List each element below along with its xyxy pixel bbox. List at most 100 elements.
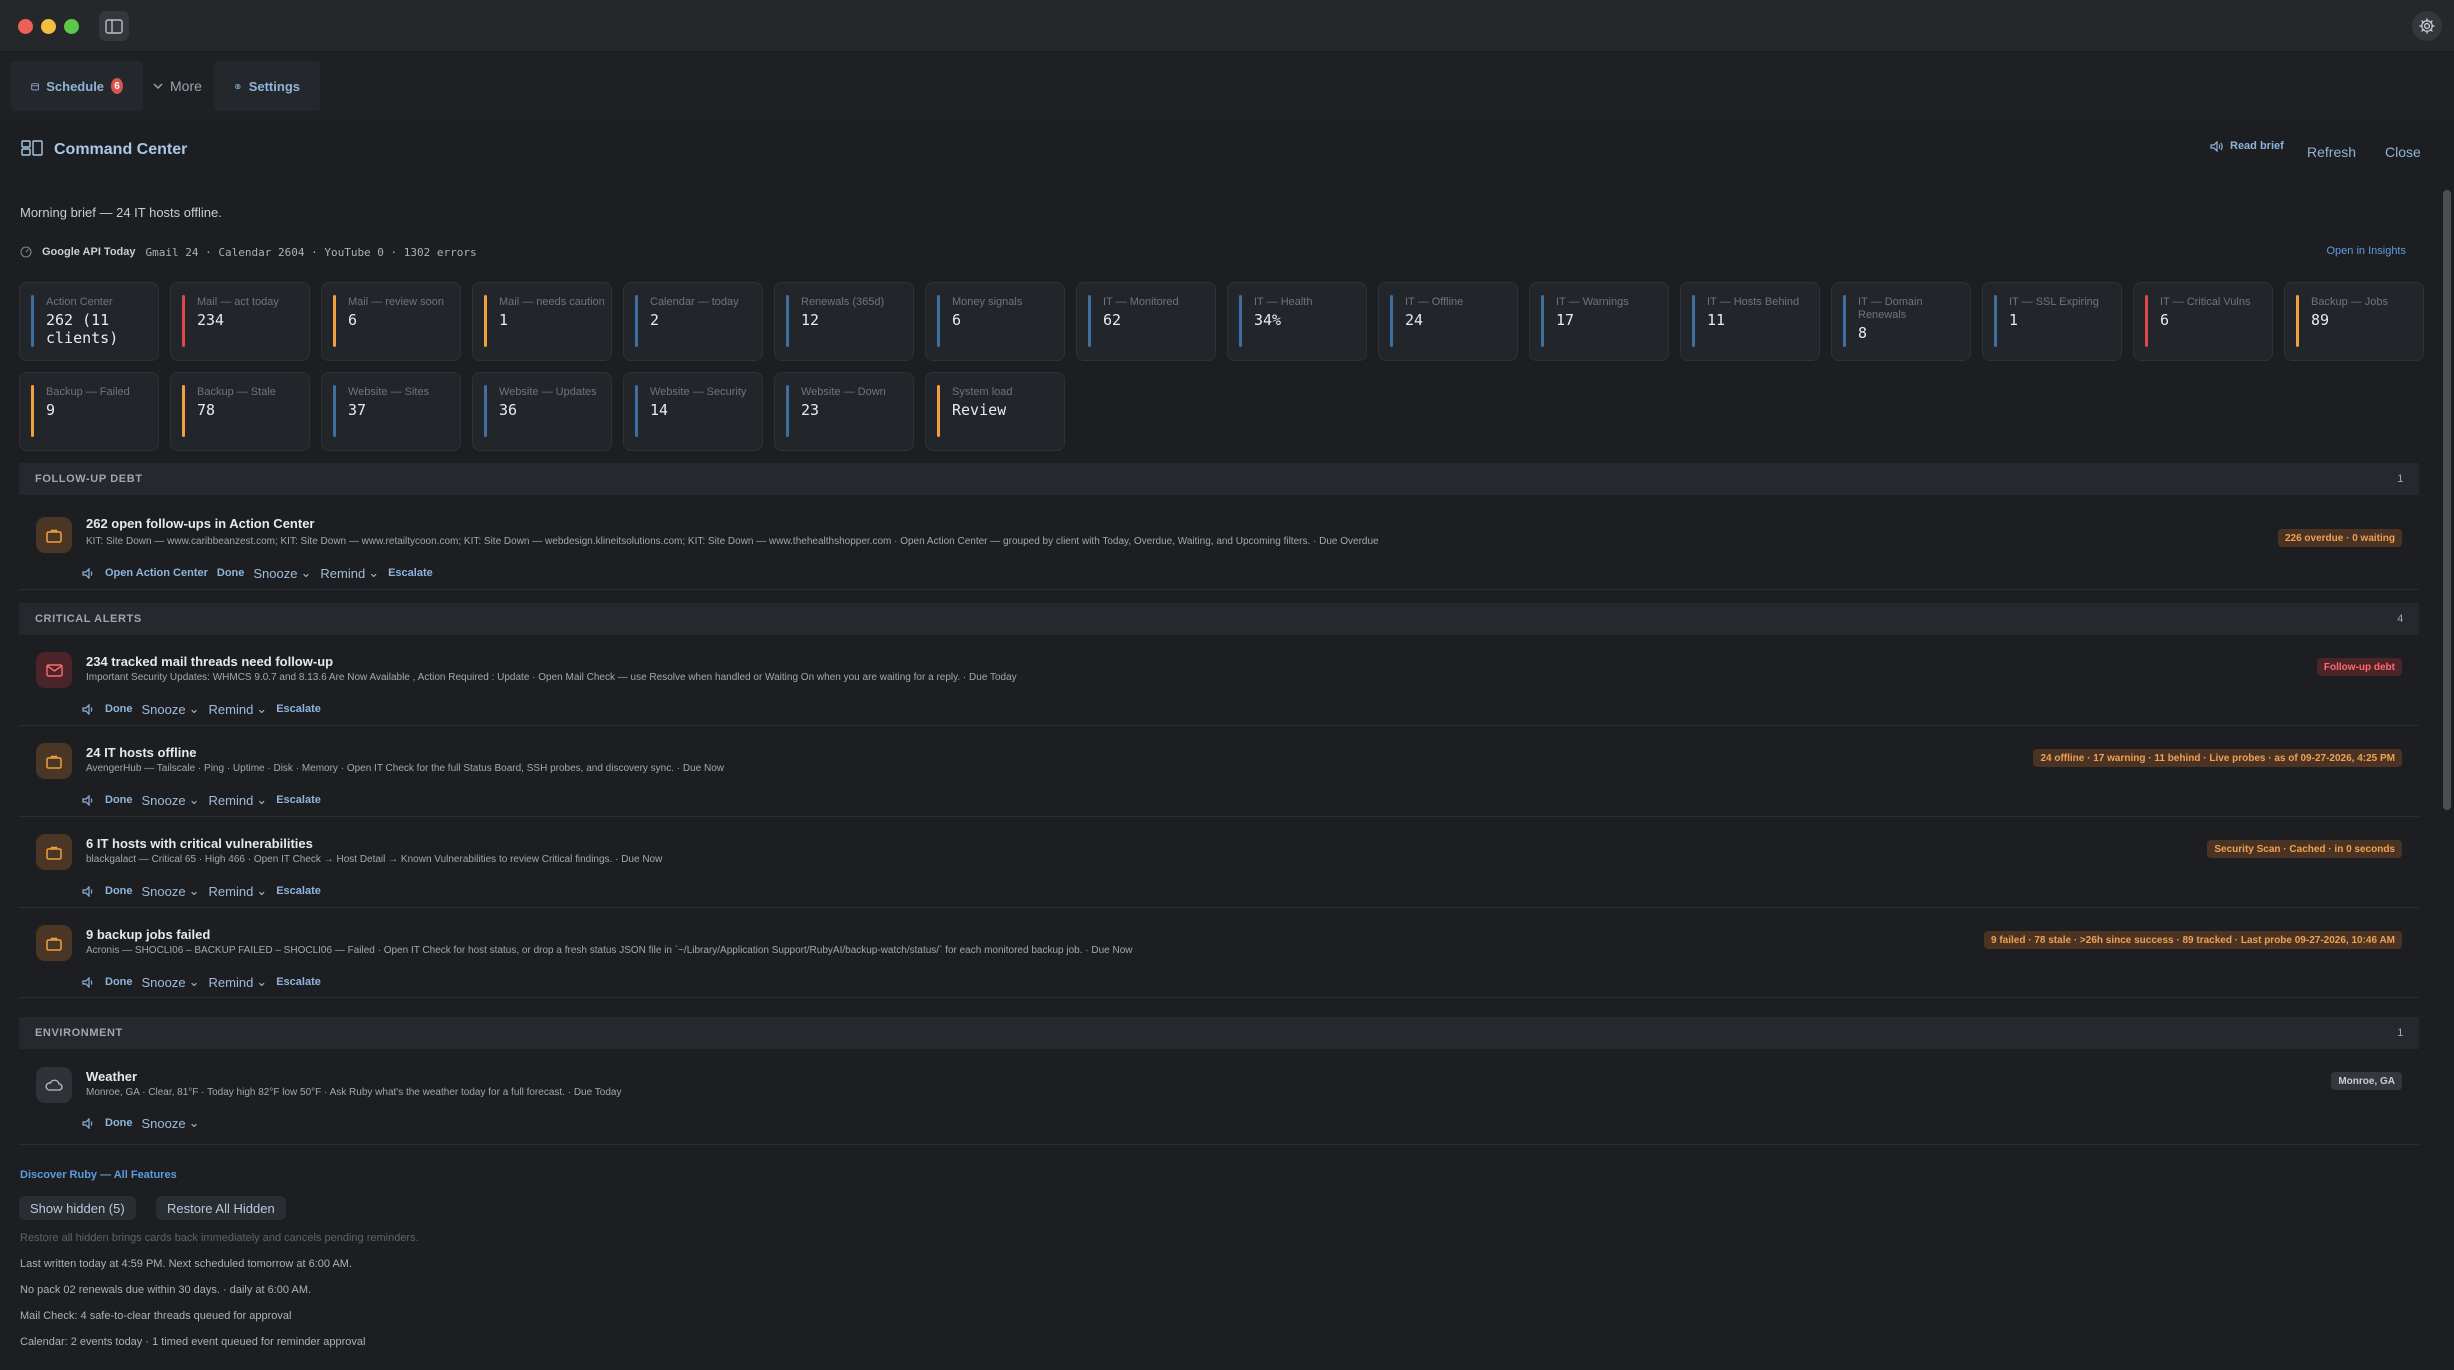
speaker-icon[interactable] [82, 566, 96, 580]
speaker-icon[interactable] [82, 793, 96, 807]
escalate-button[interactable]: Escalate [276, 976, 321, 988]
zoom-window-button[interactable] [64, 19, 79, 34]
remind-label: Remind [320, 565, 366, 581]
metric-tile[interactable]: Action Center 262 (11 clients) [19, 282, 159, 361]
speaker-icon[interactable] [82, 702, 96, 716]
metric-tile[interactable]: Website — Security 14 [623, 372, 763, 451]
tile-value: 24 [1405, 311, 1424, 329]
metric-tile[interactable]: Mail — review soon 6 [321, 282, 461, 361]
mail-check-note: Mail Check: 4 safe-to-clear threads queu… [20, 1310, 292, 1322]
tile-value: 234 [197, 311, 225, 329]
tab-schedule[interactable]: Schedule 6 [11, 61, 143, 111]
restore-note: Restore all hidden brings cards back imm… [20, 1232, 419, 1244]
escalate-button[interactable]: Escalate [276, 703, 321, 715]
metric-tile[interactable]: IT — SSL Expiring 1 [1982, 282, 2122, 361]
done-button[interactable]: Done [105, 703, 133, 715]
refresh-button[interactable]: Refresh [2307, 144, 2356, 160]
tile-accent-bar [1541, 295, 1544, 347]
chevron-down-icon: ⌄ [188, 701, 200, 716]
tile-value: 1 [499, 311, 509, 329]
remind-menu[interactable]: Remind ⌄ [209, 701, 268, 717]
done-button[interactable]: Done [105, 1117, 133, 1129]
section-header: CRITICAL ALERTS 4 [19, 603, 2419, 635]
list-item[interactable]: 24 IT hosts offline AvengerHub — Tailsca… [19, 726, 2419, 817]
restore-all-hidden-button[interactable]: Restore All Hidden [156, 1196, 286, 1220]
read-brief-button[interactable]: Read brief [2210, 140, 2284, 152]
done-button[interactable]: Done [105, 885, 133, 897]
scrollbar[interactable] [2443, 190, 2451, 810]
metric-tile[interactable]: Backup — Failed 9 [19, 372, 159, 451]
snooze-label: Snooze [253, 565, 298, 581]
metric-tile[interactable]: IT — Domain Renewals 8 [1831, 282, 1971, 361]
chevron-down-icon: ⌄ [300, 565, 312, 580]
escalate-button[interactable]: Escalate [276, 794, 321, 806]
metric-tile[interactable]: Mail — needs caution 1 [472, 282, 612, 361]
close-window-button[interactable] [18, 19, 33, 34]
tile-accent-bar [635, 385, 638, 437]
list-item[interactable]: 6 IT hosts with critical vulnerabilities… [19, 817, 2419, 908]
open-action-center-button[interactable]: Open Action Center [105, 567, 208, 579]
tab-settings[interactable]: Settings [214, 61, 320, 111]
metric-tile[interactable]: Calendar — today 2 [623, 282, 763, 361]
discover-features-link[interactable]: Discover Ruby — All Features [20, 1169, 177, 1181]
escalate-button[interactable]: Escalate [276, 885, 321, 897]
metric-tile[interactable]: IT — Offline 24 [1378, 282, 1518, 361]
done-button[interactable]: Done [217, 567, 245, 579]
snooze-menu[interactable]: Snooze ⌄ [142, 701, 200, 717]
metric-tile[interactable]: Website — Updates 36 [472, 372, 612, 451]
escalate-button[interactable]: Escalate [388, 567, 433, 579]
open-in-insights-link[interactable]: Open in Insights [2327, 245, 2407, 257]
metric-tile[interactable]: Backup — Jobs 89 [2284, 282, 2424, 361]
window-titlebar [0, 0, 2454, 52]
item-description: Monroe, GA · Clear, 81°F · Today high 82… [86, 1087, 622, 1098]
close-button[interactable]: Close [2385, 144, 2421, 160]
metric-tile[interactable]: IT — Hosts Behind 11 [1680, 282, 1820, 361]
list-item[interactable]: 9 backup jobs failed Acronis — SHOCLI06 … [19, 908, 2419, 998]
speaker-icon[interactable] [82, 884, 96, 898]
tile-value: 37 [348, 401, 367, 419]
metric-tile[interactable]: IT — Health 34% [1227, 282, 1367, 361]
snooze-menu[interactable]: Snooze ⌄ [142, 883, 200, 899]
metric-tile[interactable]: Renewals (365d) 12 [774, 282, 914, 361]
metric-tile[interactable]: IT — Monitored 62 [1076, 282, 1216, 361]
speaker-icon[interactable] [82, 1116, 96, 1130]
metric-tile[interactable]: Mail — act today 234 [170, 282, 310, 361]
metric-tile[interactable]: IT — Critical Vulns 6 [2133, 282, 2273, 361]
tile-accent-bar [333, 385, 336, 437]
done-button[interactable]: Done [105, 976, 133, 988]
list-item[interactable]: 262 open follow-ups in Action Center KIT… [19, 495, 2419, 590]
tab-more[interactable]: More [143, 61, 213, 111]
show-hidden-button[interactable]: Show hidden (5) [19, 1196, 136, 1220]
sidebar-toggle-button[interactable] [99, 11, 129, 41]
list-item[interactable]: 234 tracked mail threads need follow-up … [19, 635, 2419, 726]
metric-tile[interactable]: IT — Warnings 17 [1529, 282, 1669, 361]
tile-accent-bar [786, 385, 789, 437]
speaker-icon[interactable] [82, 975, 96, 989]
metric-tile[interactable]: Website — Sites 37 [321, 372, 461, 451]
tab-more-label: More [170, 78, 202, 94]
snooze-menu[interactable]: Snooze ⌄ [142, 792, 200, 808]
remind-label: Remind [208, 974, 254, 990]
remind-label: Remind [208, 792, 254, 808]
metric-tile[interactable]: System load Review [925, 372, 1065, 451]
item-title: 6 IT hosts with critical vulnerabilities [86, 836, 313, 851]
settings-gear-button[interactable] [2412, 11, 2442, 41]
metric-tile[interactable]: Money signals 6 [925, 282, 1065, 361]
metric-tile[interactable]: Backup — Stale 78 [170, 372, 310, 451]
tile-label: IT — Health [1254, 296, 1313, 308]
tile-accent-bar [1692, 295, 1695, 347]
snooze-menu[interactable]: Snooze ⌄ [253, 565, 311, 581]
list-item[interactable]: Weather Monroe, GA · Clear, 81°F · Today… [19, 1049, 2419, 1145]
remind-menu[interactable]: Remind ⌄ [209, 974, 268, 990]
snooze-menu[interactable]: Snooze ⌄ [142, 974, 200, 990]
remind-menu[interactable]: Remind ⌄ [320, 565, 379, 581]
minimize-window-button[interactable] [41, 19, 56, 34]
remind-menu[interactable]: Remind ⌄ [209, 883, 268, 899]
remind-menu[interactable]: Remind ⌄ [209, 792, 268, 808]
gear-icon [235, 83, 241, 89]
done-button[interactable]: Done [105, 794, 133, 806]
metric-tile[interactable]: Website — Down 23 [774, 372, 914, 451]
tab-bar: Schedule 6 More Settings [0, 52, 2454, 118]
snooze-menu[interactable]: Snooze ⌄ [142, 1115, 200, 1131]
tile-accent-bar [182, 295, 185, 347]
